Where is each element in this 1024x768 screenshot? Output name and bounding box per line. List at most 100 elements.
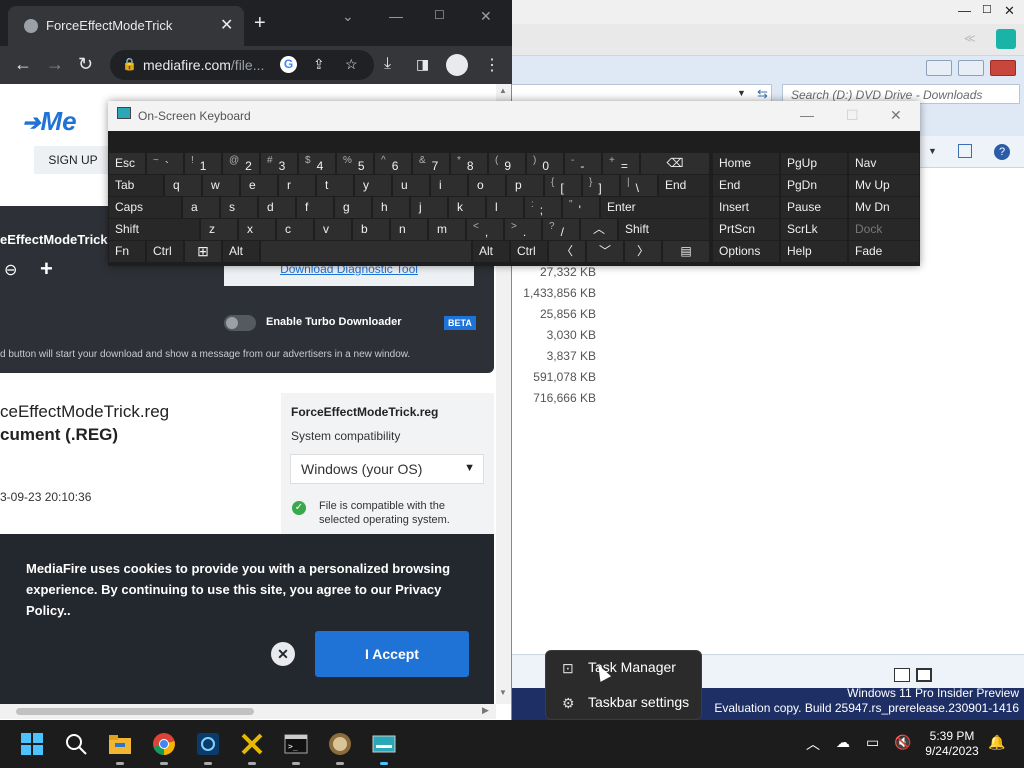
key-tilde[interactable]: ~ `	[147, 153, 183, 174]
tab-mediafire[interactable]: ForceEffectModeTrick ✕	[8, 6, 244, 46]
key-fn[interactable]: Fn	[109, 241, 145, 262]
signup-button[interactable]: SIGN UP	[34, 146, 112, 174]
inner-restore-button[interactable]	[958, 60, 984, 76]
key-7[interactable]: & 7	[413, 153, 449, 174]
key-e[interactable]: e	[241, 175, 277, 196]
terminal-icon[interactable]: >_	[284, 732, 308, 756]
key-period[interactable]: >.	[505, 219, 541, 240]
key-caps[interactable]: Caps	[109, 197, 181, 218]
key-backslash[interactable]: | \	[621, 175, 657, 196]
collapse-icon[interactable]: ≪	[964, 32, 976, 45]
key-options[interactable]: Options	[713, 241, 779, 262]
gear-app-icon[interactable]	[196, 732, 220, 756]
notes-icon[interactable]	[996, 29, 1016, 49]
key-equals[interactable]: + =	[603, 153, 639, 174]
turbo-toggle[interactable]	[224, 315, 256, 331]
tab-search-icon[interactable]: ⌄	[342, 8, 354, 25]
scroll-up-icon[interactable]: ▲	[499, 86, 507, 95]
volume-muted-icon[interactable]: 🔇	[894, 734, 911, 751]
key-help[interactable]: Help	[781, 241, 847, 262]
details-view-icon[interactable]	[894, 668, 910, 682]
bookmark-star-icon[interactable]: ☆	[345, 56, 358, 73]
context-menu-key-icon[interactable]: ▤	[663, 241, 709, 262]
help-icon[interactable]: ?	[994, 144, 1010, 160]
key-end[interactable]: End	[713, 175, 779, 196]
add-icon[interactable]: +	[40, 256, 53, 282]
key-space[interactable]	[261, 241, 471, 262]
close-tab-icon[interactable]: ✕	[220, 15, 233, 35]
minimize-icon[interactable]: —	[389, 8, 403, 24]
key-t[interactable]: t	[317, 175, 353, 196]
key-mvup[interactable]: Mv Up	[849, 175, 919, 196]
key-rbracket[interactable]: }]	[583, 175, 619, 196]
close-icon[interactable]: ✕	[480, 8, 492, 25]
key-k[interactable]: k	[449, 197, 485, 218]
system-clock[interactable]: 5:39 PM 9/24/2023	[917, 729, 987, 759]
key-6[interactable]: ^ 6	[375, 153, 411, 174]
side-panel-icon[interactable]: ◨	[416, 56, 429, 73]
key-h[interactable]: h	[373, 197, 409, 218]
key-5[interactable]: % 5	[337, 153, 373, 174]
horizontal-scrollbar[interactable]: ▶	[0, 704, 496, 719]
menu-icon[interactable]: ⋮	[484, 55, 500, 75]
key-9[interactable]: (9	[489, 153, 525, 174]
reload-icon[interactable]: ↻	[78, 54, 93, 75]
key-l[interactable]: l	[487, 197, 523, 218]
new-tab-icon[interactable]: +	[254, 13, 266, 33]
key-w[interactable]: w	[203, 175, 239, 196]
accept-cookies-button[interactable]: I Accept	[315, 631, 469, 677]
cloud-icon[interactable]: ☁	[836, 734, 850, 751]
key-r[interactable]: r	[279, 175, 315, 196]
inner-minimize-button[interactable]	[926, 60, 952, 76]
close-icon[interactable]: ✕	[1004, 3, 1015, 19]
maximize-icon[interactable]: ☐	[982, 3, 992, 16]
key-pgdn[interactable]: PgDn	[781, 175, 847, 196]
key-semicolon[interactable]: :;	[525, 197, 561, 218]
close-icon[interactable]: ✕	[890, 107, 902, 124]
key-b[interactable]: b	[353, 219, 389, 240]
refresh-icon[interactable]: ⇆	[757, 86, 768, 102]
os-select[interactable]: Windows (your OS) ▼	[290, 454, 484, 484]
key-ctrl-right[interactable]: Ctrl	[511, 241, 547, 262]
key-y[interactable]: y	[355, 175, 391, 196]
key-nav[interactable]: Nav	[849, 153, 919, 174]
key-z[interactable]: z	[201, 219, 237, 240]
key-j[interactable]: j	[411, 197, 447, 218]
key-scrlk[interactable]: ScrLk	[781, 219, 847, 240]
key-4[interactable]: $4	[299, 153, 335, 174]
key-esc[interactable]: Esc	[109, 153, 145, 174]
key-end-main[interactable]: End	[659, 175, 709, 196]
search-icon[interactable]	[64, 732, 88, 756]
key-tab[interactable]: Tab	[109, 175, 163, 196]
link-icon[interactable]: ⊖	[4, 260, 17, 280]
file-explorer-icon[interactable]	[108, 732, 132, 756]
key-c[interactable]: c	[277, 219, 313, 240]
key-minus[interactable]: --	[565, 153, 601, 174]
lock-icon[interactable]: 🔒	[122, 57, 137, 71]
key-pgup[interactable]: PgUp	[781, 153, 847, 174]
chevron-up-icon[interactable]: ︿	[806, 734, 820, 754]
inner-close-button[interactable]	[990, 60, 1016, 76]
key-shift-right[interactable]: Shift	[619, 219, 709, 240]
key-u[interactable]: u	[393, 175, 429, 196]
notification-bell-icon[interactable]: 🔔	[988, 734, 1005, 751]
network-icon[interactable]: ▭	[866, 734, 879, 751]
key-v[interactable]: v	[315, 219, 351, 240]
backspace-icon[interactable]: ⌫	[641, 153, 709, 174]
large-icons-view-icon[interactable]	[916, 668, 932, 682]
minimize-icon[interactable]: —	[800, 107, 814, 123]
key-home[interactable]: Home	[713, 153, 779, 174]
key-shift-left[interactable]: Shift	[109, 219, 199, 240]
key-a[interactable]: a	[183, 197, 219, 218]
arrow-up-icon[interactable]: ︿	[581, 219, 617, 240]
chevron-down-icon[interactable]: ▼	[737, 88, 746, 98]
key-x[interactable]: x	[239, 219, 275, 240]
key-dock[interactable]: Dock	[849, 219, 919, 240]
on-screen-keyboard-icon[interactable]	[372, 732, 396, 756]
key-p[interactable]: p	[507, 175, 543, 196]
mediafire-logo[interactable]: ➔Me	[22, 106, 77, 137]
media-app-icon[interactable]	[328, 732, 352, 756]
key-8[interactable]: * 8	[451, 153, 487, 174]
key-fade[interactable]: Fade	[849, 241, 919, 262]
key-comma[interactable]: <,	[467, 219, 503, 240]
